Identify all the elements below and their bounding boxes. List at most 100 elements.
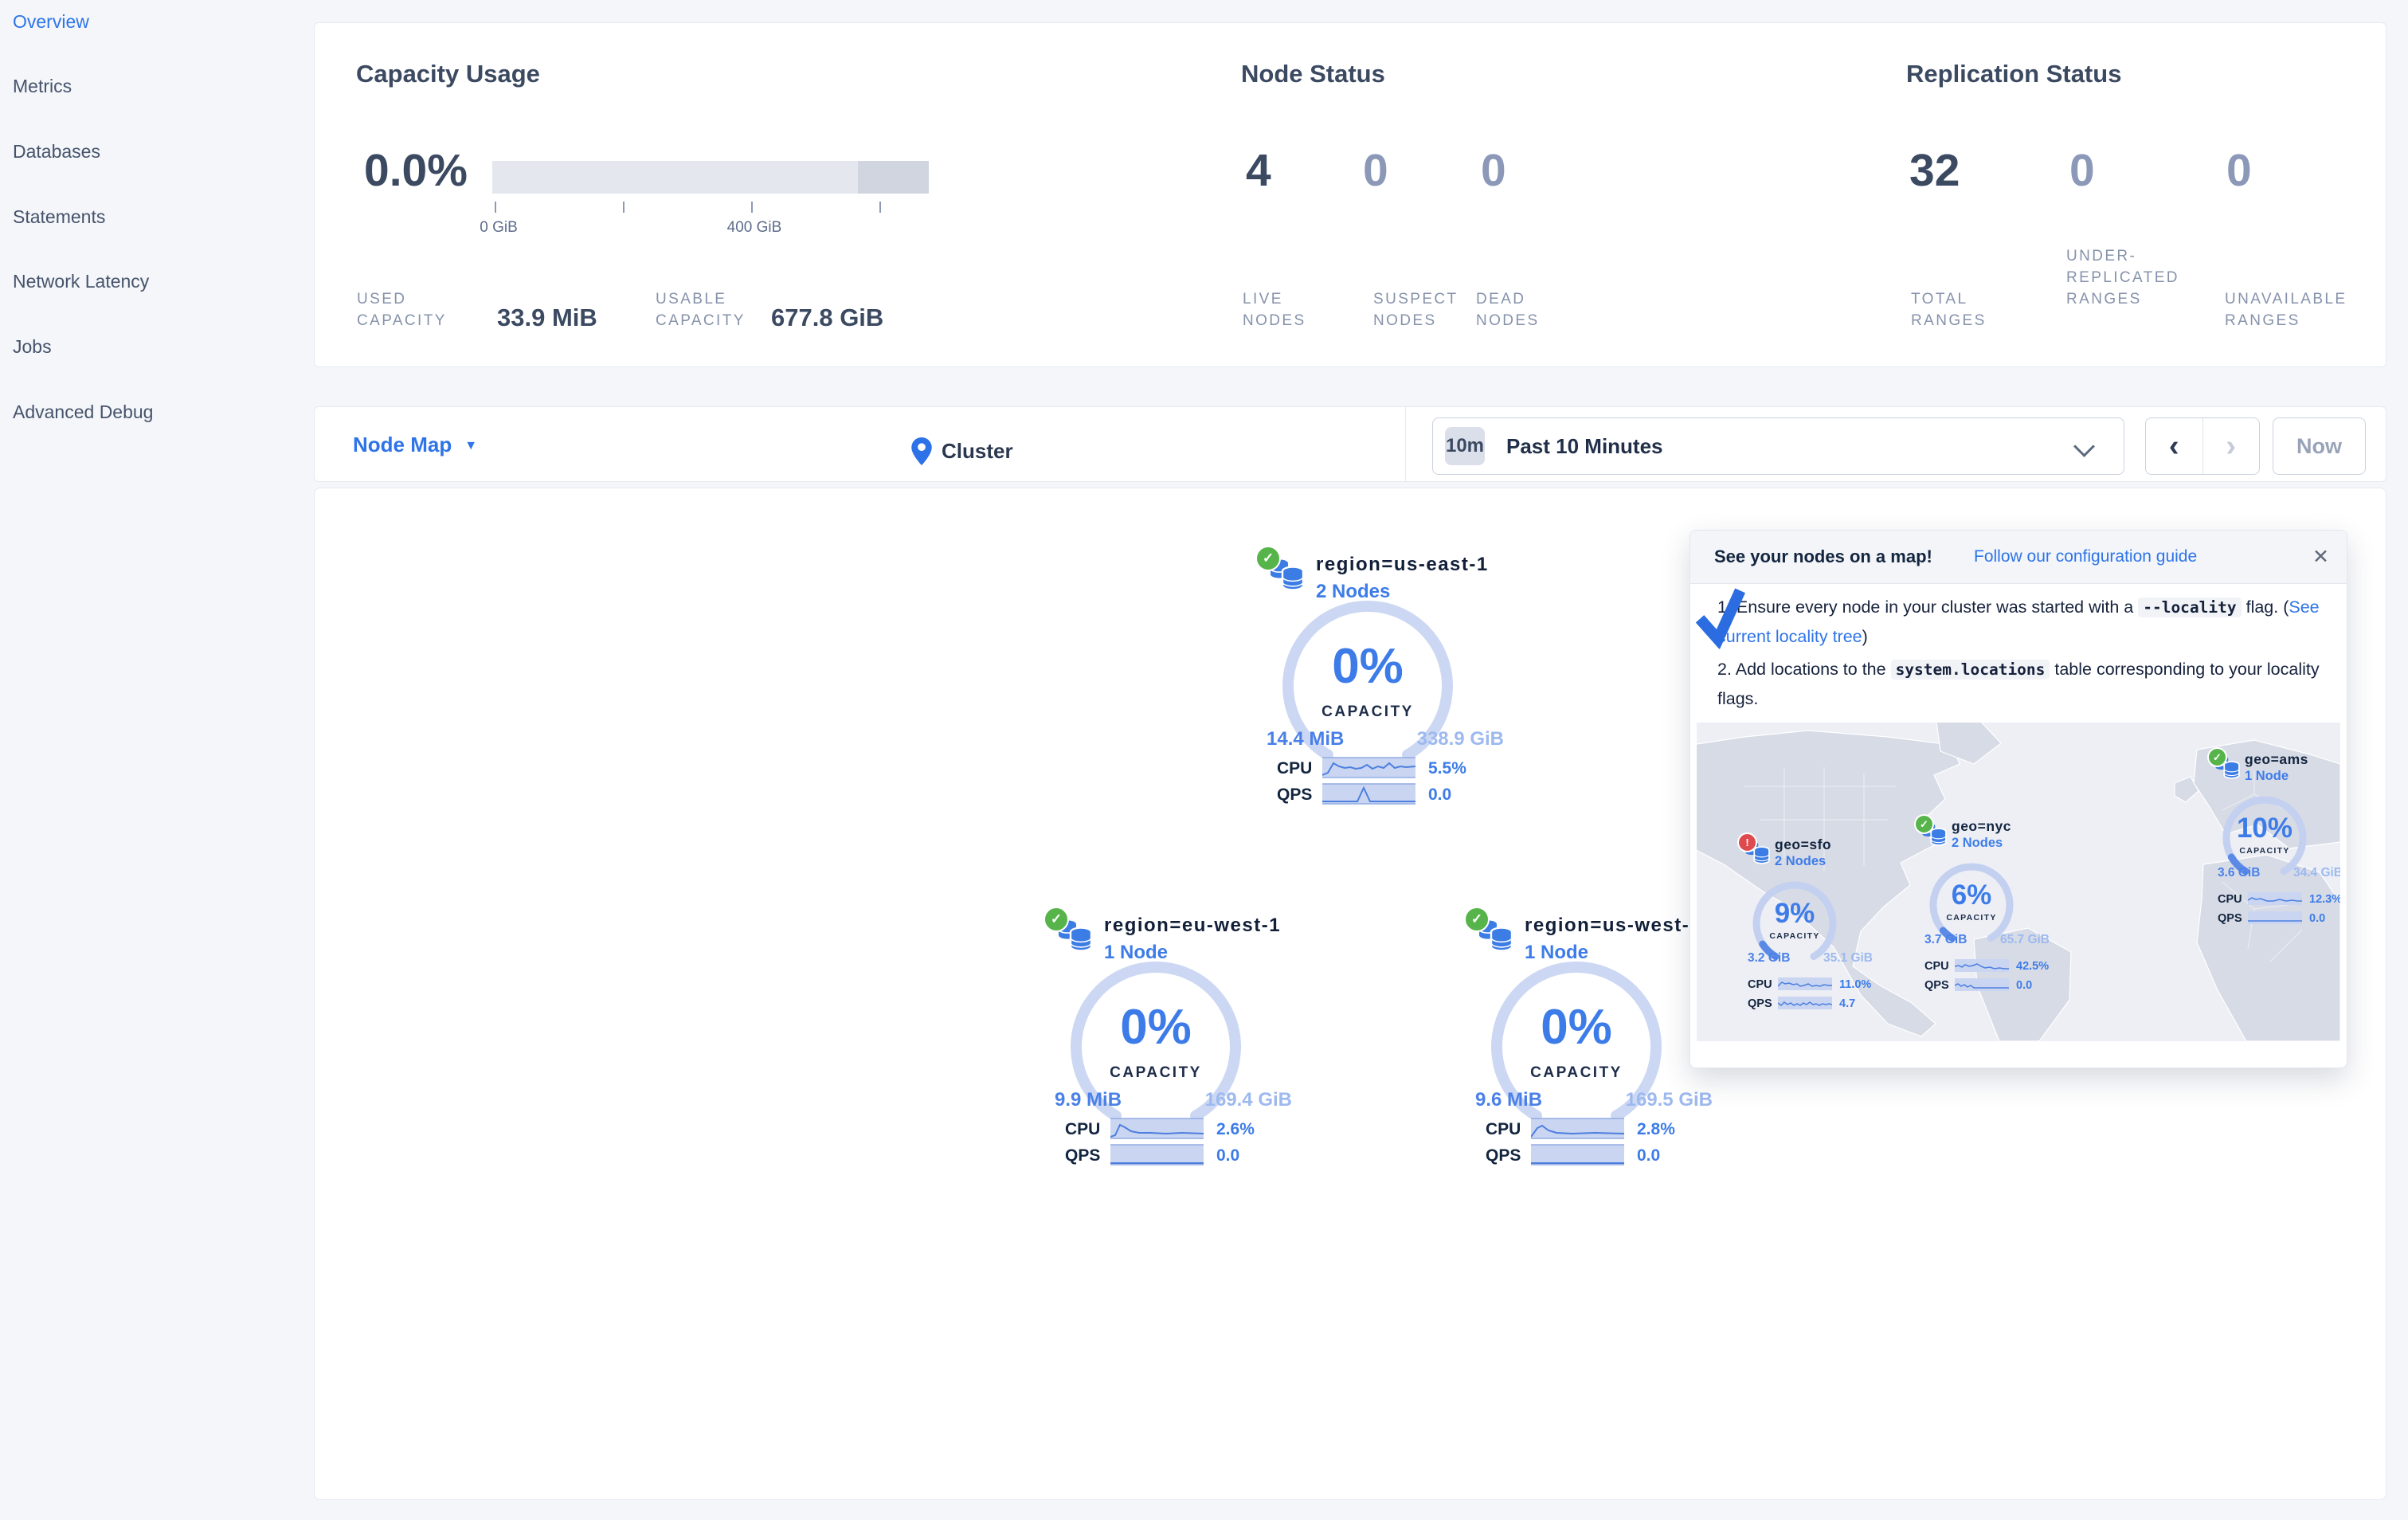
healthy-check-icon: ✓ <box>2207 747 2227 767</box>
total-capacity: 34.4 GiB <box>2292 866 2340 879</box>
usable-capacity-value: 677.8 GiB <box>771 304 884 331</box>
cpu-value: 42.5% <box>2016 960 2050 973</box>
step-number: 2. <box>1717 660 1732 679</box>
setup-step-2: 2. Add locations to the system.locations… <box>1717 655 2323 713</box>
popup-title: See your nodes on a map! <box>1714 546 1932 566</box>
sidebar-item-jobs[interactable]: Jobs <box>13 336 52 358</box>
mini-region-geo-nyc: ✓ geo=nyc 2 Nodes 6% CAPACITY 3.7 GiB 65… <box>1914 813 2058 997</box>
step-text: Ensure every node in your cluster was st… <box>1736 597 2139 617</box>
cpu-label: CPU <box>1748 978 1772 991</box>
cpu-label: CPU <box>2218 893 2242 906</box>
close-icon[interactable]: ✕ <box>2312 545 2329 569</box>
axis-tick <box>623 202 625 213</box>
qps-sparkline <box>1955 978 2009 991</box>
axis-tick <box>751 202 753 213</box>
capacity-usage-bar <box>492 161 929 194</box>
time-step-buttons: ‹ › <box>2145 417 2260 475</box>
unavailable-count: 0 <box>2226 145 2252 196</box>
sidebar-item-overview[interactable]: Overview <box>13 11 89 33</box>
qps-value: 4.7 <box>1839 997 1856 1010</box>
capacity-label: CAPACITY <box>1321 703 1414 720</box>
cluster-summary-card: Capacity Usage 0.0% 0 GiB 400 GiB USED C… <box>314 22 2386 367</box>
total-capacity: 65.7 GiB <box>1999 933 2050 946</box>
cpu-sparkline <box>1955 959 2009 972</box>
breadcrumb[interactable]: Cluster <box>911 437 1013 465</box>
cpu-value: 11.0% <box>1839 978 1872 991</box>
used-capacity: 3.6 GiB <box>2218 866 2261 879</box>
total-capacity: 35.1 GiB <box>1823 951 1873 965</box>
cpu-value: 2.6% <box>1216 1120 1255 1138</box>
capacity-label: CAPACITY <box>1769 931 1820 941</box>
node-map-setup-popup: See your nodes on a map! Follow our conf… <box>1690 530 2347 1068</box>
region-nodes-label: 2 Nodes <box>1952 836 2003 850</box>
qps-sparkline <box>1778 997 1832 1009</box>
qps-sparkline <box>1322 783 1415 805</box>
capacity-usage-percent: 0.0% <box>364 145 468 196</box>
capacity-percent: 0% <box>1541 1000 1612 1055</box>
capacity-label: CAPACITY <box>1530 1064 1623 1081</box>
cpu-label: CPU <box>1065 1120 1101 1138</box>
breadcrumb-label: Cluster <box>942 439 1013 463</box>
qps-label: QPS <box>2218 912 2242 925</box>
mini-region-geo-ams: ✓ geo=ams 1 Node 10% CAPACITY 3.6 GiB 34… <box>2207 746 2340 930</box>
usable-capacity-label: USABLE CAPACITY <box>656 291 746 329</box>
capacity-percent: 0% <box>1332 639 1404 694</box>
cpu-value: 2.8% <box>1637 1120 1675 1138</box>
node-map-canvas: ✓ region=us-east-1 2 Nodes 0% CAPACITY 1… <box>314 488 2386 1500</box>
used-capacity: 3.2 GiB <box>1748 951 1791 965</box>
step-text: flag. ( <box>2241 597 2289 617</box>
used-capacity: 14.4 MiB <box>1267 728 1345 750</box>
region-nodes-label: 1 Node <box>2245 769 2289 783</box>
used-capacity-label: USED CAPACITY <box>357 291 447 329</box>
qps-value: 0.0 <box>1428 785 1452 804</box>
node-status-title: Node Status <box>1241 60 1385 88</box>
qps-label: QPS <box>1065 1146 1101 1165</box>
suspect-nodes-label: SUSPECT NODES <box>1373 291 1459 329</box>
healthy-check-icon: ✓ <box>1255 546 1281 571</box>
region-widget-eu-west-1: ✓ region=eu-west-1 1 Node 0% CAPACITY 9.… <box>1043 907 1306 1169</box>
qps-label: QPS <box>1924 979 1949 992</box>
used-capacity: 9.6 MiB <box>1475 1089 1543 1111</box>
step-done-check-icon <box>1695 588 1745 650</box>
cpu-sparkline <box>1110 1118 1204 1139</box>
capacity-percent: 9% <box>1774 898 1815 929</box>
live-nodes-label: LIVE NODES <box>1243 291 1306 329</box>
axis-tick <box>495 202 496 213</box>
capacity-percent: 6% <box>1951 879 1992 911</box>
locality-flag-code: --locality <box>2138 597 2242 617</box>
suspect-nodes-count: 0 <box>1363 145 1388 196</box>
qps-sparkline <box>1110 1144 1204 1165</box>
total-capacity: 338.9 GiB <box>1416 728 1504 750</box>
configuration-guide-link[interactable]: Follow our configuration guide <box>1974 547 2197 566</box>
time-step-back-button[interactable]: ‹ <box>2146 418 2203 474</box>
under-replicated-count: 0 <box>2069 145 2095 196</box>
sidebar-item-metrics[interactable]: Metrics <box>13 76 72 97</box>
view-mode-dropdown[interactable]: Node Map ▼ <box>353 433 477 457</box>
toolbar-divider <box>1405 407 1406 481</box>
time-range-badge: 10m <box>1445 427 1485 465</box>
qps-value: 0.0 <box>1637 1146 1661 1165</box>
sidebar-item-network-latency[interactable]: Network Latency <box>13 271 149 292</box>
cpu-value: 5.5% <box>1428 759 1466 778</box>
qps-value: 0.0 <box>2016 979 2033 992</box>
total-capacity: 169.5 GiB <box>1625 1089 1713 1111</box>
map-toolbar: Node Map ▼ Cluster 10m Past 10 Minutes ‹ … <box>314 406 2386 482</box>
chevron-down-icon: ▼ <box>464 439 478 452</box>
sidebar-item-advanced-debug[interactable]: Advanced Debug <box>13 402 153 423</box>
sidebar-item-databases[interactable]: Databases <box>13 141 100 163</box>
time-step-forward-button[interactable]: › <box>2203 418 2260 474</box>
now-button[interactable]: Now <box>2273 417 2366 475</box>
dead-nodes-count: 0 <box>1481 145 1506 196</box>
used-capacity-value: 33.9 MiB <box>497 304 597 331</box>
qps-label: QPS <box>1277 785 1313 804</box>
region-widget-us-west-1: ✓ region=us-west-1 1 Node 0% CAPACITY 9.… <box>1464 907 1727 1169</box>
cpu-value: 12.3% <box>2309 893 2340 906</box>
time-range-dropdown[interactable]: 10m Past 10 Minutes <box>1432 417 2124 475</box>
qps-label: QPS <box>1748 997 1772 1010</box>
capacity-label: CAPACITY <box>1946 913 1997 923</box>
capacity-usage-bar-segment <box>858 161 929 194</box>
sidebar-item-statements[interactable]: Statements <box>13 206 105 228</box>
cpu-sparkline <box>1778 977 1832 990</box>
region-title: region=us-west-1 <box>1525 915 1702 936</box>
under-replicated-label: UNDER-REPLICATED RANGES <box>2066 248 2179 308</box>
